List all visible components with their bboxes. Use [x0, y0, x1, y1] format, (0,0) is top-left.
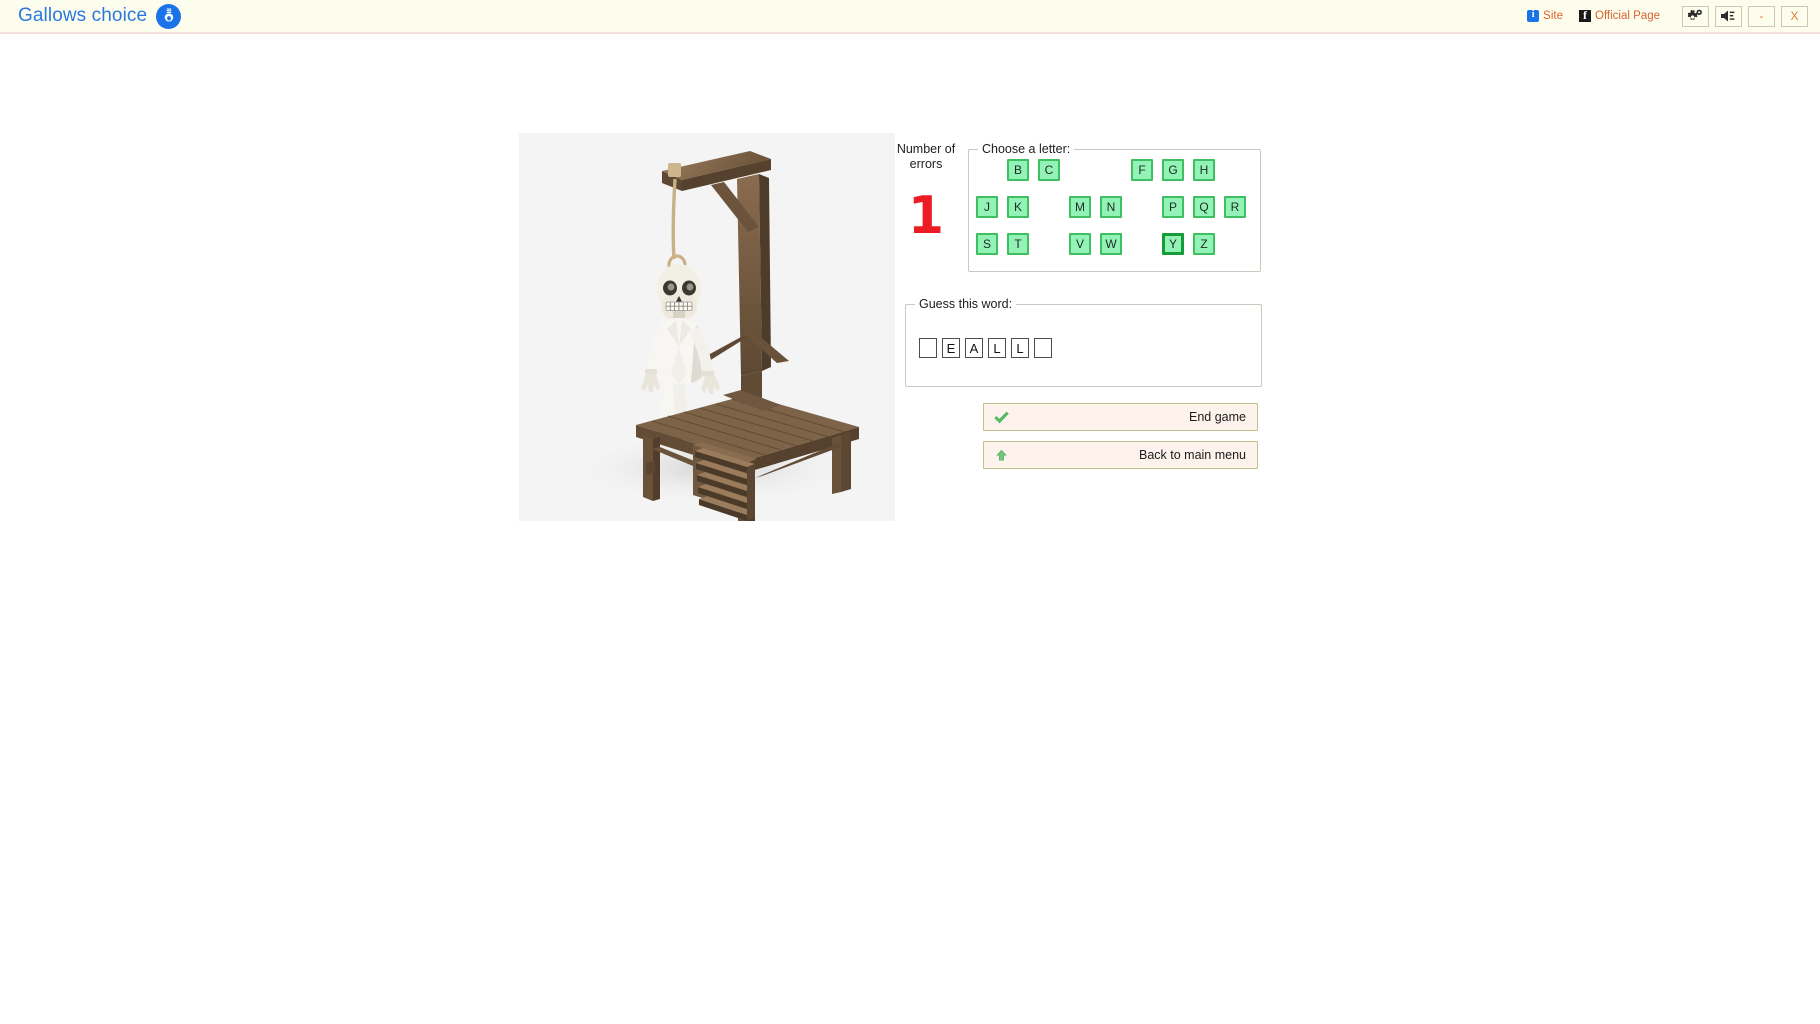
official-page-link[interactable]: Official Page	[1579, 8, 1660, 23]
back-to-main-menu-label: Back to main menu	[1139, 448, 1246, 462]
settings-button[interactable]	[1682, 5, 1709, 27]
lightbulb-icon	[156, 3, 182, 29]
end-game-button[interactable]: End game	[983, 403, 1258, 431]
choose-letter-legend: Choose a letter:	[978, 142, 1075, 156]
letter-button-q[interactable]: Q	[1193, 196, 1215, 218]
error-counter-label: Number of errors	[896, 142, 956, 171]
letter-button-z[interactable]: Z	[1193, 233, 1215, 255]
word-slot-blank	[919, 338, 937, 358]
app-header: Gallows choice Site Official Page	[0, 0, 1820, 34]
letter-slot-empty	[1069, 159, 1091, 181]
close-button[interactable]: X	[1781, 5, 1808, 27]
word-slot-blank	[1034, 338, 1052, 358]
letter-grid: BC FGH JK MN PQR ST VW YZ	[976, 159, 1255, 270]
header-controls: Site Official Page	[1527, 5, 1808, 27]
letter-button-s[interactable]: S	[976, 233, 998, 255]
choose-letter-panel: Choose a letter: BC FGH JK MN PQR ST VW YZ	[968, 142, 1261, 272]
word-slot-revealed: E	[942, 338, 960, 358]
word-slot-revealed: L	[1011, 338, 1029, 358]
letter-button-r[interactable]: R	[1224, 196, 1246, 218]
letter-slot-empty	[1038, 233, 1060, 255]
back-to-main-menu-button[interactable]: Back to main menu	[983, 441, 1258, 469]
letter-button-t[interactable]: T	[1007, 233, 1029, 255]
letter-button-g[interactable]: G	[1162, 159, 1184, 181]
lightbulb-glyph	[164, 8, 173, 22]
letter-button-f[interactable]: F	[1131, 159, 1153, 181]
error-counter-block: Number of errors 1	[890, 142, 962, 242]
check-icon	[994, 411, 1009, 423]
info-icon	[1527, 9, 1540, 22]
site-link[interactable]: Site	[1527, 9, 1563, 22]
letter-button-h[interactable]: H	[1193, 159, 1215, 181]
speaker-icon	[1721, 10, 1735, 22]
official-page-label: Official Page	[1595, 10, 1660, 22]
facebook-icon	[1579, 8, 1591, 23]
page-title: Gallows choice	[18, 5, 148, 26]
sound-button[interactable]	[1715, 5, 1742, 27]
letter-slot-empty	[976, 159, 998, 181]
word-slot-revealed: A	[965, 338, 983, 358]
letter-button-n[interactable]: N	[1100, 196, 1122, 218]
letter-button-j[interactable]: J	[976, 196, 998, 218]
letter-slot-empty	[1224, 233, 1246, 255]
letter-button-c[interactable]: C	[1038, 159, 1060, 181]
gallows-image-panel	[519, 133, 895, 521]
letter-button-p[interactable]: P	[1162, 196, 1184, 218]
game-area: Number of errors 1 Choose a letter: BCFG…	[0, 34, 1820, 1024]
brand: Gallows choice	[18, 3, 182, 29]
word-slot-revealed: L	[988, 338, 1006, 358]
letter-slot-empty	[1038, 196, 1060, 218]
letter-slot-empty	[1224, 159, 1246, 181]
minimize-label: -	[1759, 9, 1764, 23]
guess-word-panel: Guess this word: EALL	[905, 297, 1262, 387]
gear-icon	[1687, 9, 1702, 20]
minimize-button[interactable]: -	[1748, 5, 1775, 27]
letter-slot-empty	[1100, 159, 1122, 181]
letter-slot-empty	[1131, 233, 1153, 255]
gallows-illustration	[564, 151, 864, 521]
site-link-label: Site	[1543, 10, 1563, 22]
guess-word-legend: Guess this word:	[915, 297, 1017, 311]
error-counter-value: 1	[907, 186, 945, 246]
letter-button-b[interactable]: B	[1007, 159, 1029, 181]
letter-button-w[interactable]: W	[1100, 233, 1122, 255]
up-arrow-icon	[996, 449, 1007, 461]
letter-button-k[interactable]: K	[1007, 196, 1029, 218]
letter-button-y[interactable]: Y	[1162, 233, 1184, 255]
word-slot-list: EALL	[919, 338, 1052, 358]
letter-slot-empty	[1131, 196, 1153, 218]
end-game-label: End game	[1189, 410, 1246, 424]
letter-button-m[interactable]: M	[1069, 196, 1091, 218]
close-label: X	[1790, 9, 1799, 23]
letter-button-v[interactable]: V	[1069, 233, 1091, 255]
